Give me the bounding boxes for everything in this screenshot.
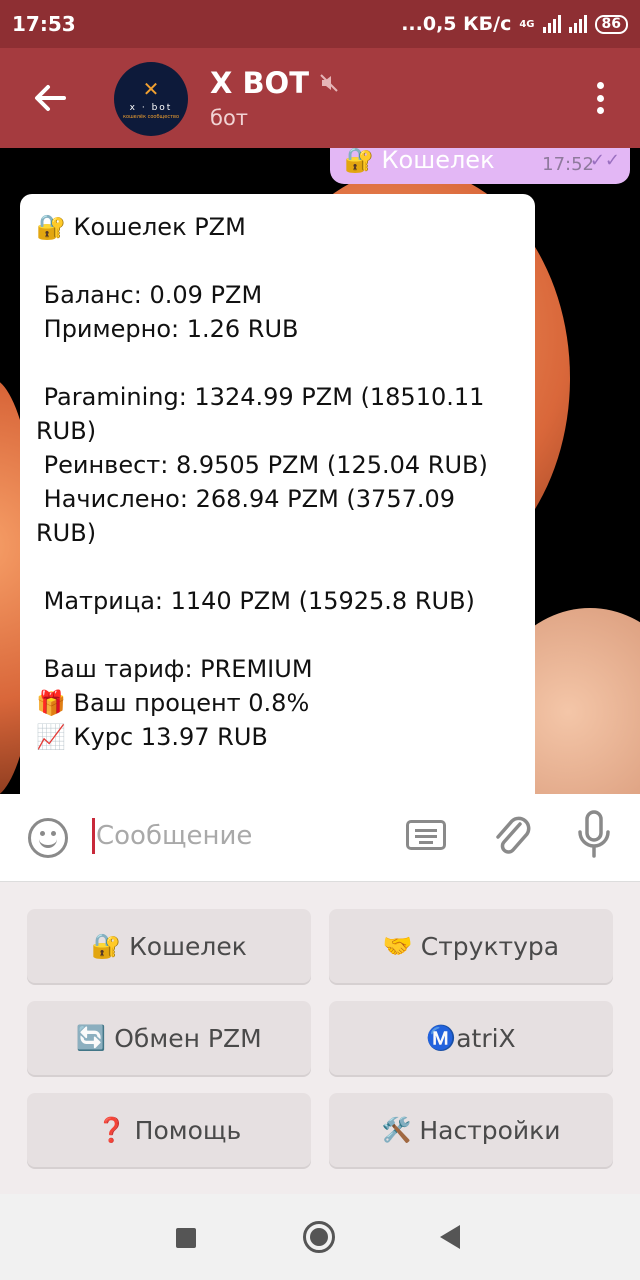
- chat-subtitle: бот: [210, 106, 249, 130]
- settings-button[interactable]: 🛠️ Настройки: [329, 1093, 613, 1167]
- outgoing-message-time: 17:52: [542, 154, 594, 175]
- more-options-icon[interactable]: [596, 82, 604, 114]
- back-arrow-icon[interactable]: [30, 78, 70, 118]
- incoming-message[interactable]: 🔐 Кошелек PZM Баланс: 0.09 PZM Примерно:…: [20, 194, 535, 794]
- status-bar: 17:53 ...0,5 КБ/с 4G 86: [0, 0, 640, 48]
- system-nav-bar: [0, 1194, 640, 1280]
- settings-button-label: Настройки: [419, 1115, 561, 1145]
- cell-signal-2-icon: [568, 15, 587, 33]
- home-icon[interactable]: [303, 1221, 335, 1253]
- structure-button[interactable]: 🤝 Структура: [329, 909, 613, 983]
- chat-area[interactable]: 🔐 Кошелек 17:52 ✓✓ 🔐 Кошелек PZM Баланс:…: [0, 148, 640, 794]
- emoji-icon[interactable]: [28, 818, 68, 858]
- exchange-button-label: Обмен PZM: [114, 1023, 262, 1053]
- back-triangle-icon[interactable]: [440, 1225, 460, 1249]
- chat-title[interactable]: X BOT: [210, 66, 339, 100]
- circled-m-icon: Ⓜ️: [426, 1024, 457, 1052]
- avatar-logo-icon: ✕: [142, 76, 160, 101]
- wallet-button[interactable]: 🔐 Кошелек: [27, 909, 311, 983]
- handshake-icon: 🤝: [382, 932, 413, 960]
- exchange-icon: 🔄: [76, 1024, 107, 1052]
- cell-signal-icon: [542, 15, 561, 33]
- matrix-button-label: atriX: [456, 1023, 516, 1053]
- exchange-button[interactable]: 🔄 Обмен PZM: [27, 1001, 311, 1075]
- message-input[interactable]: [96, 814, 386, 858]
- help-button-label: Помощь: [134, 1115, 242, 1145]
- text-caret: [92, 818, 95, 854]
- bot-keyboard-icon[interactable]: [406, 820, 446, 850]
- lock-icon: 🔐: [91, 932, 122, 960]
- structure-button-label: Структура: [420, 931, 560, 961]
- avatar-brand: x · bot: [129, 102, 173, 113]
- network-speed: ...0,5 КБ/с: [401, 13, 512, 35]
- muted-icon: [320, 74, 338, 92]
- outgoing-message-text: 🔐 Кошелек: [344, 148, 495, 174]
- matrix-button[interactable]: Ⓜ️ atriX: [329, 1001, 613, 1075]
- read-ticks-icon: ✓✓: [589, 150, 620, 171]
- question-icon: ❓: [96, 1116, 127, 1144]
- message-composer: [0, 794, 640, 882]
- bot-reply-keyboard: 🔐 Кошелек 🤝 Структура 🔄 Обмен PZM Ⓜ️ atr…: [0, 882, 640, 1194]
- chat-header: ✕ x · bot кошелёк сообщество X BOT бот: [0, 48, 640, 148]
- status-time: 17:53: [12, 12, 76, 36]
- avatar-tag: кошелёк сообщество: [122, 113, 179, 120]
- microphone-icon[interactable]: [576, 810, 612, 860]
- outgoing-message[interactable]: 🔐 Кошелек 17:52 ✓✓: [330, 148, 630, 184]
- network-type: 4G: [519, 18, 535, 30]
- wallet-button-label: Кошелек: [129, 931, 247, 961]
- help-button[interactable]: ❓ Помощь: [27, 1093, 311, 1167]
- chat-title-text: X BOT: [210, 66, 309, 100]
- recents-icon[interactable]: [176, 1228, 196, 1248]
- tools-icon: 🛠️: [381, 1116, 412, 1144]
- bot-avatar[interactable]: ✕ x · bot кошелёк сообщество: [114, 62, 188, 136]
- status-indicators: ...0,5 КБ/с 4G 86: [401, 13, 628, 35]
- attach-icon[interactable]: [490, 812, 534, 860]
- battery-icon: 86: [594, 14, 628, 34]
